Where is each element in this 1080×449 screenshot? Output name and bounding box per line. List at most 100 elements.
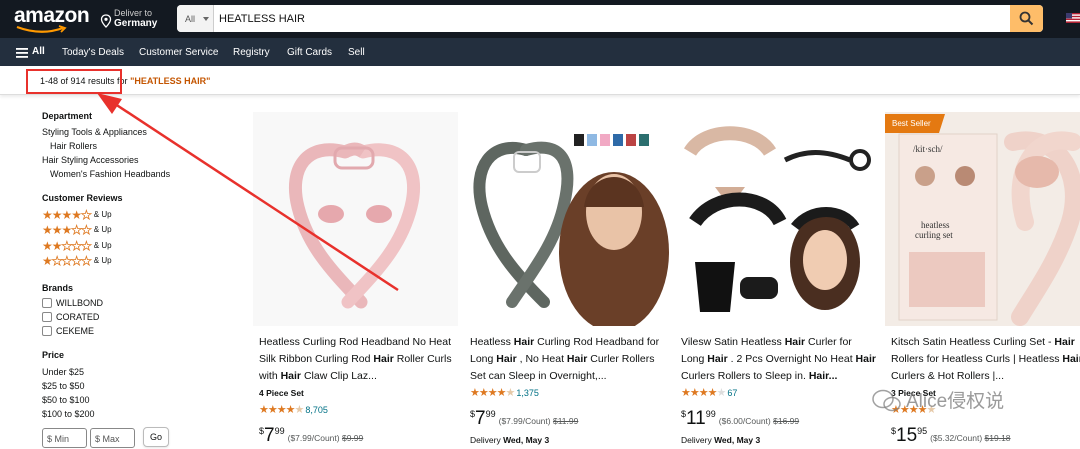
title-keyword: Hair xyxy=(1054,336,1075,348)
product-image[interactable]: /kit·sch/ heatless curling set xyxy=(885,112,1080,326)
price-heading: Price xyxy=(42,350,65,360)
delivery-label: Delivery xyxy=(470,435,504,445)
product-image[interactable] xyxy=(675,112,880,326)
brand-label: CEKEME xyxy=(56,326,95,336)
rating-filter-4[interactable]: ★★★★★ & Up xyxy=(42,209,112,222)
list-price: $19.18 xyxy=(984,433,1011,443)
department-link-headbands[interactable]: Women's Fashion Headbands xyxy=(50,169,170,179)
price-link-100-200[interactable]: $100 to $200 xyxy=(42,409,95,419)
rating-filter-1[interactable]: ★★★★★ & Up xyxy=(42,255,112,268)
price-cents: 99 xyxy=(485,409,496,419)
price-max-input[interactable]: $ Max xyxy=(90,428,135,448)
delivery-info: Delivery Wed, May 3 xyxy=(681,435,760,445)
brand-checkbox-cekeme[interactable]: CEKEME xyxy=(42,326,94,336)
price-whole: 7 xyxy=(475,408,486,429)
price-go-button[interactable]: Go xyxy=(143,427,169,447)
title-keyword: Hair... xyxy=(808,370,838,382)
search-bar: All xyxy=(177,5,1043,32)
product-rating[interactable]: ★★★★★ 8,705 xyxy=(259,403,328,416)
product-title[interactable]: Heatless Hair Curling Rod Headband for L… xyxy=(470,334,666,385)
title-keyword: Hair xyxy=(513,336,535,348)
brand-checkbox-corated[interactable]: CORATED xyxy=(42,312,99,322)
nav-sell[interactable]: Sell xyxy=(348,47,365,58)
product-price: $1199($6.00/Count) $16.99 xyxy=(681,408,800,429)
product-image[interactable] xyxy=(464,112,669,326)
department-link-styling-tools[interactable]: Styling Tools & Appliances xyxy=(42,127,147,137)
review-count[interactable]: 1,375 xyxy=(516,388,539,398)
delivery-date: Wed, May 3 xyxy=(503,435,550,445)
brands-heading: Brands xyxy=(42,283,74,293)
checkbox-icon[interactable] xyxy=(42,298,52,308)
product-image[interactable] xyxy=(253,112,458,326)
nav-customer-service[interactable]: Customer Service xyxy=(139,47,218,58)
rating-filter-label: & Up xyxy=(93,225,112,234)
unit-price: ($7.99/Count) xyxy=(287,433,340,443)
title-keyword: Hair xyxy=(566,353,588,365)
title-keyword: Hair xyxy=(280,370,302,382)
product-title[interactable]: Heatless Curling Rod Headband No Heat Si… xyxy=(259,334,455,385)
search-category-select[interactable]: All xyxy=(177,5,214,32)
department-link-hair-styling-accessories[interactable]: Hair Styling Accessories xyxy=(42,155,139,165)
hamburger-menu-icon xyxy=(16,48,28,58)
star-rating-icon: ★★★★★ xyxy=(259,404,304,416)
search-icon xyxy=(1019,11,1034,26)
review-count[interactable]: 8,705 xyxy=(305,405,328,415)
price-link-50-100[interactable]: $50 to $100 xyxy=(42,395,90,405)
nav-todays-deals[interactable]: Today's Deals xyxy=(62,47,124,58)
checkbox-icon[interactable] xyxy=(42,326,52,336)
nav-gift-cards[interactable]: Gift Cards xyxy=(287,47,332,58)
product-title[interactable]: Kitsch Satin Heatless Curling Set - Hair… xyxy=(891,334,1080,385)
department-heading: Department xyxy=(42,111,93,121)
product-rating[interactable]: ★★★★★ 67 xyxy=(681,386,737,399)
price-min-input[interactable]: $ Min xyxy=(42,428,87,448)
search-input[interactable] xyxy=(219,5,999,32)
us-flag-icon[interactable] xyxy=(1066,13,1080,23)
nav-registry[interactable]: Registry xyxy=(233,47,270,58)
delivery-date: Wed, May 3 xyxy=(714,435,761,445)
product-rating[interactable]: ★★★★★ 1,375 xyxy=(470,386,539,399)
star-rating-icon: ★★★★★ xyxy=(42,223,92,237)
delivery-label: Delivery xyxy=(681,435,715,445)
title-keyword: Hair xyxy=(1062,353,1080,365)
search-button[interactable] xyxy=(1010,5,1043,32)
star-rating-icon: ★★★★★ xyxy=(470,387,515,399)
brand-label: WILLBOND xyxy=(56,298,104,308)
product-card[interactable]: Heatless Curling Rod Headband No Heat Si… xyxy=(253,112,458,449)
deliver-label: Deliver to xyxy=(114,8,153,18)
caret-down-icon xyxy=(203,17,209,21)
title-text: Curlers Rollers to Sleep in. xyxy=(681,370,809,382)
brand-checkbox-willbond[interactable]: WILLBOND xyxy=(42,298,103,308)
price-link-under-25[interactable]: Under $25 xyxy=(42,367,84,377)
title-text: Heatless xyxy=(470,336,514,348)
review-count[interactable]: 67 xyxy=(727,388,737,398)
title-text: Vilesw Satin Heatless xyxy=(681,336,785,348)
title-text: , No Heat xyxy=(516,353,567,365)
title-keyword: Hair xyxy=(373,353,394,365)
title-text: Kitsch Satin Heatless Curling Set - xyxy=(891,336,1055,348)
watermark-text: Alice侵权说 xyxy=(906,391,1005,412)
price-whole: 15 xyxy=(896,425,918,446)
price-link-25-50[interactable]: $25 to $50 xyxy=(42,381,85,391)
title-keyword: Hair xyxy=(496,353,517,365)
curling-rod-model-image xyxy=(464,112,669,326)
rating-filter-3[interactable]: ★★★★★ & Up xyxy=(42,223,112,237)
package-subtitle-text: curling set xyxy=(915,230,953,240)
product-variant: 4 Piece Set xyxy=(259,388,304,398)
product-price: $799($7.99/Count) $9.99 xyxy=(259,425,364,446)
checkbox-icon[interactable] xyxy=(42,312,52,322)
rating-filter-2[interactable]: ★★★★★ & Up xyxy=(42,240,112,253)
amazon-smile-icon xyxy=(16,25,67,33)
product-price: $1595($5.32/Count) $19.18 xyxy=(891,425,1011,446)
location-pin-icon xyxy=(100,14,112,28)
price-cents: 99 xyxy=(274,426,285,436)
customer-reviews-heading: Customer Reviews xyxy=(42,193,123,203)
unit-price: ($7.99/Count) xyxy=(498,416,551,426)
title-text: Rollers for Heatless Curls | Heatless xyxy=(891,353,1063,365)
price-cents: 95 xyxy=(917,426,928,436)
product-title[interactable]: Vilesw Satin Heatless Hair Curler for Lo… xyxy=(681,334,877,385)
nav-all-label: All xyxy=(32,46,45,57)
product-card[interactable]: Heatless Hair Curling Rod Headband for L… xyxy=(464,112,669,449)
department-link-hair-rollers[interactable]: Hair Rollers xyxy=(50,141,97,151)
nav-all-menu[interactable]: All xyxy=(16,46,45,58)
product-card[interactable]: Vilesw Satin Heatless Hair Curler for Lo… xyxy=(675,112,880,449)
